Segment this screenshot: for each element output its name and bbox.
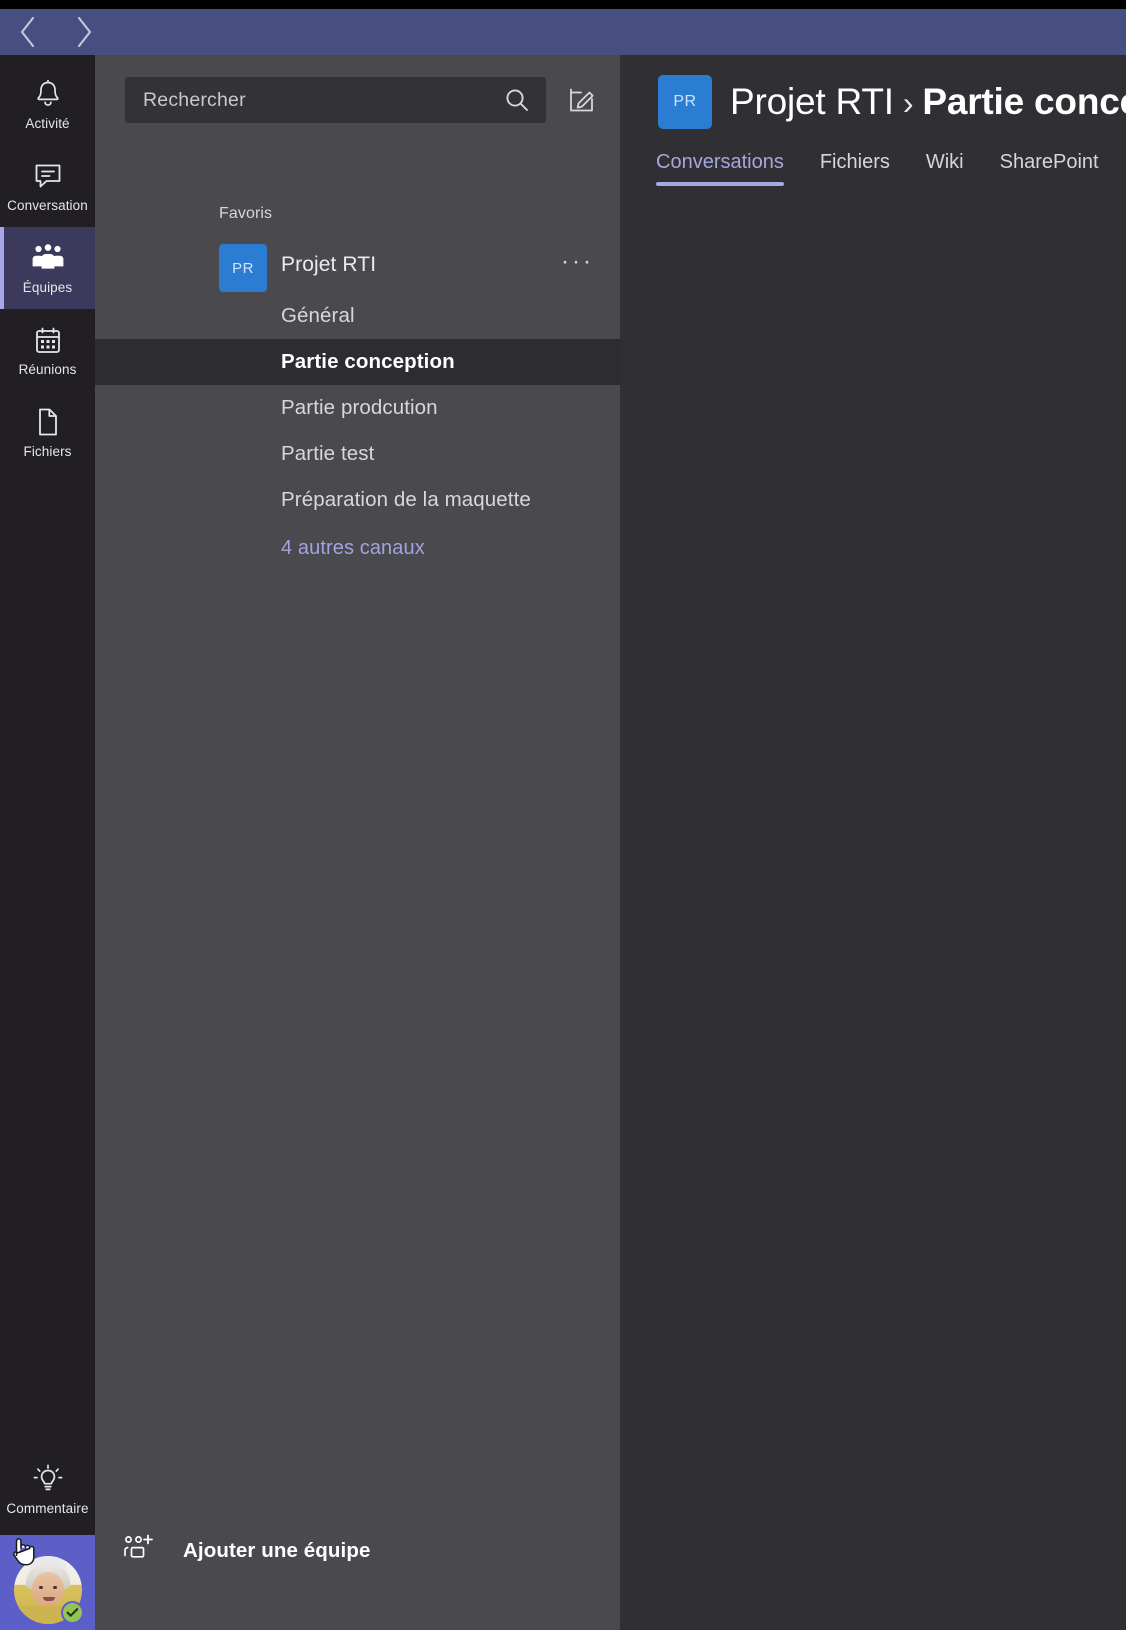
add-team-button[interactable]: Ajouter une équipe [95, 1524, 620, 1578]
presence-available-icon [60, 1600, 84, 1624]
rail-item-label: Conversation [7, 198, 88, 213]
forward-button[interactable] [56, 9, 112, 55]
rail-spacer [0, 473, 95, 1443]
sidebar-channel-partie-prodcution[interactable]: Partie prodcution [95, 385, 620, 431]
rail-item-label: Commentaire [6, 1501, 89, 1516]
calendar-icon [34, 323, 62, 357]
sidebar-more-channels-link[interactable]: 4 autres canaux [95, 525, 620, 571]
tab-sharepoint[interactable]: SharePoint [1000, 151, 1099, 186]
channel-tabs: Conversations Fichiers Wiki SharePoint [656, 151, 1099, 186]
search-box[interactable] [125, 77, 546, 123]
profile-avatar-button[interactable] [0, 1535, 95, 1630]
window-top-strip [0, 0, 1126, 9]
bell-icon [34, 77, 62, 111]
teams-app-window: Activité Conversation Équipes Réunions F… [0, 0, 1126, 1630]
rail-item-label: Activité [25, 116, 70, 131]
tab-fichiers[interactable]: Fichiers [820, 151, 890, 186]
sidebar-channel-preparation-maquette[interactable]: Préparation de la maquette [95, 477, 620, 523]
search-input[interactable] [143, 88, 504, 112]
breadcrumb: Projet RTI›Partie conception [730, 75, 1126, 130]
rail-item-label: Fichiers [23, 444, 72, 459]
team-name[interactable]: Projet RTI [281, 253, 376, 277]
search-row [95, 76, 620, 124]
tab-conversations[interactable]: Conversations [656, 151, 784, 186]
favorites-section-label: Favoris [219, 205, 273, 222]
channel-header: PR Projet RTI›Partie conception Conversa… [620, 55, 1126, 200]
header-team-avatar: PR [658, 75, 712, 129]
breadcrumb-separator-icon: › [902, 85, 914, 121]
lightbulb-icon [32, 1462, 64, 1496]
chat-icon [33, 159, 63, 193]
avatar-eye-left [38, 1585, 43, 1589]
app-rail-top: Activité Conversation Équipes Réunions F… [0, 55, 95, 473]
sidebar-channel-partie-test[interactable]: Partie test [95, 431, 620, 477]
sidebar-channel-partie-conception[interactable]: Partie conception [95, 339, 620, 385]
compose-icon[interactable] [562, 80, 602, 120]
add-team-label: Ajouter une équipe [183, 1539, 371, 1562]
breadcrumb-team[interactable]: Projet RTI [730, 81, 894, 122]
avatar-mouth [42, 1596, 55, 1601]
breadcrumb-channel: Partie conception [922, 81, 1126, 122]
tab-wiki[interactable]: Wiki [926, 151, 964, 186]
back-button[interactable] [0, 9, 56, 55]
teams-sidebar: Favoris PR Projet RTI ··· Général Partie… [95, 55, 620, 1630]
top-navigation-bar [0, 9, 1126, 55]
rail-item-equipes[interactable]: Équipes [0, 227, 95, 309]
conversation-feed [620, 200, 1126, 1630]
rail-item-conversation[interactable]: Conversation [0, 145, 95, 227]
team-more-options-icon[interactable]: ··· [561, 250, 594, 274]
sidebar-channel-general[interactable]: Général [95, 293, 620, 339]
avatar [13, 1555, 84, 1624]
rail-item-commentaire[interactable]: Commentaire [0, 1443, 95, 1535]
teams-icon [31, 241, 65, 275]
add-team-icon [122, 1533, 156, 1570]
rail-item-activite[interactable]: Activité [0, 63, 95, 145]
rail-item-fichiers[interactable]: Fichiers [0, 391, 95, 473]
search-icon[interactable] [504, 87, 530, 113]
rail-item-label: Équipes [22, 280, 73, 295]
avatar-eye-right [52, 1585, 57, 1589]
team-avatar[interactable]: PR [219, 244, 267, 292]
file-icon [35, 405, 61, 439]
main-content: PR Projet RTI›Partie conception Conversa… [620, 55, 1126, 1630]
rail-item-reunions[interactable]: Réunions [0, 309, 95, 391]
app-rail: Activité Conversation Équipes Réunions F… [0, 55, 95, 1630]
rail-item-label: Réunions [18, 362, 77, 377]
